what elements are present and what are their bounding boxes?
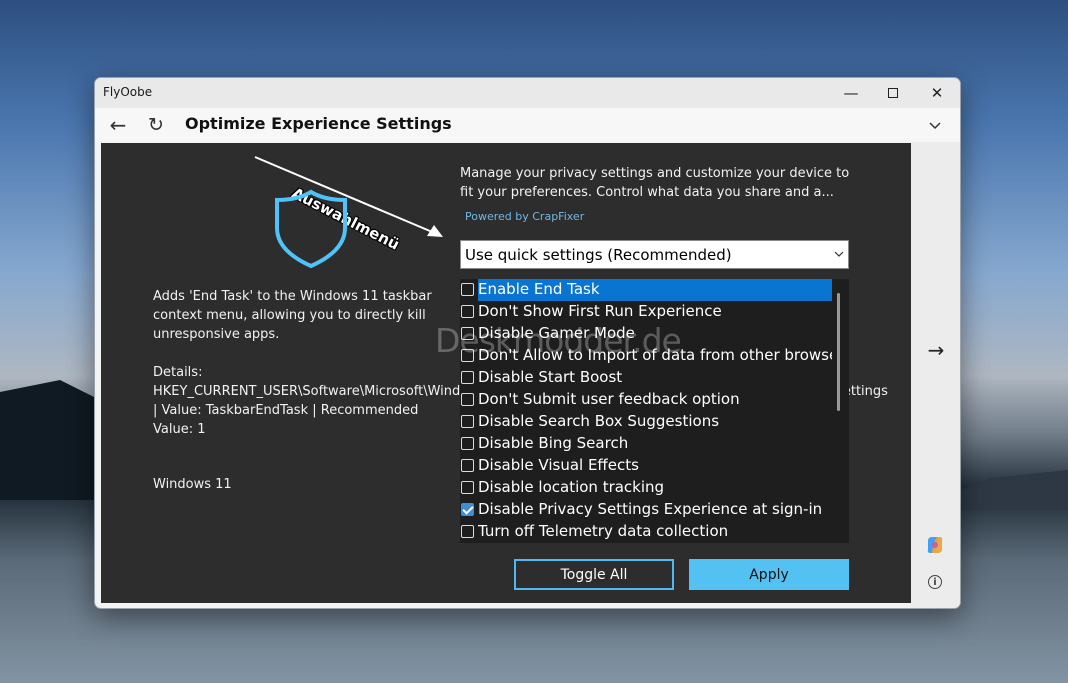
close-button[interactable]: ✕ bbox=[915, 78, 959, 108]
option-label[interactable]: Enable End Task bbox=[478, 279, 832, 301]
option-checkbox[interactable] bbox=[461, 503, 474, 516]
nav-bar: ← ↻ Optimize Experience Settings bbox=[95, 108, 960, 142]
option-label[interactable]: Disable Visual Effects bbox=[478, 456, 832, 474]
title-bar: FlyOobe — ✕ bbox=[95, 78, 960, 108]
settings-list-item[interactable]: Don't Show First Run Experience bbox=[460, 301, 832, 323]
settings-list-item[interactable]: Disable location tracking bbox=[460, 477, 832, 499]
back-arrow-icon[interactable]: ← bbox=[105, 112, 131, 138]
option-checkbox[interactable] bbox=[461, 481, 474, 494]
option-label[interactable]: Disable Privacy Settings Experience at s… bbox=[478, 500, 832, 518]
apply-button[interactable]: Apply bbox=[689, 559, 849, 590]
minimize-button[interactable]: — bbox=[829, 78, 873, 108]
side-strip: → i bbox=[911, 142, 960, 608]
option-checkbox[interactable] bbox=[461, 525, 474, 538]
settings-list-item[interactable]: Disable Privacy Settings Experience at s… bbox=[460, 499, 832, 521]
option-label[interactable]: Turn off Telemetry data collection bbox=[478, 522, 832, 540]
main-content: Auswahlmenü Adds 'End Task' to the Windo… bbox=[101, 143, 911, 603]
refresh-icon[interactable]: ↻ bbox=[143, 112, 169, 138]
shield-icon bbox=[275, 189, 347, 268]
settings-list-item[interactable]: Disable Visual Effects bbox=[460, 455, 832, 477]
setting-description: Adds 'End Task' to the Windows 11 taskba… bbox=[153, 289, 432, 342]
option-label[interactable]: Don't Show First Run Experience bbox=[478, 302, 832, 320]
watermark: Deskmodder.de bbox=[435, 321, 682, 360]
settings-list: Turn off Telemetry data collection Disabl… bbox=[460, 279, 849, 543]
info-icon[interactable]: i bbox=[928, 575, 942, 589]
copilot-icon[interactable] bbox=[924, 534, 946, 556]
setting-details: Details: HKEY_CURRENT_USER\Software\Micr… bbox=[153, 363, 888, 439]
option-checkbox[interactable] bbox=[461, 437, 474, 450]
option-checkbox[interactable] bbox=[461, 459, 474, 472]
option-checkbox[interactable] bbox=[461, 393, 474, 406]
option-checkbox[interactable] bbox=[461, 415, 474, 428]
os-label: Windows 11 bbox=[153, 477, 232, 492]
list-scrollbar[interactable] bbox=[837, 293, 840, 411]
page-title: Optimize Experience Settings bbox=[185, 114, 452, 133]
maximize-icon bbox=[888, 88, 898, 98]
option-checkbox[interactable] bbox=[461, 371, 474, 384]
settings-list-item[interactable]: Turn off Telemetry data collection bbox=[460, 521, 832, 543]
option-label[interactable]: Disable Search Box Suggestions bbox=[478, 412, 832, 430]
toggle-all-button[interactable]: Toggle All bbox=[514, 559, 674, 590]
settings-list-item[interactable]: Disable Bing Search bbox=[460, 433, 832, 455]
app-window: FlyOobe — ✕ ← ↻ Optimize Experience Sett… bbox=[94, 77, 961, 609]
settings-list-item[interactable]: Disable Start Boost bbox=[460, 367, 832, 389]
option-checkbox[interactable] bbox=[461, 305, 474, 318]
option-label[interactable]: Don't Submit user feedback option bbox=[478, 390, 832, 408]
settings-list-item[interactable]: Enable End Task bbox=[460, 279, 832, 301]
chevron-down-icon bbox=[834, 251, 844, 257]
app-title: FlyOobe bbox=[103, 85, 153, 99]
option-checkbox[interactable] bbox=[461, 283, 474, 296]
details-heading: Details: bbox=[153, 365, 203, 380]
powered-by-link[interactable]: Powered by CrapFixer bbox=[465, 210, 584, 223]
maximize-button[interactable] bbox=[871, 78, 915, 108]
preset-selected-value: Use quick settings (Recommended) bbox=[465, 246, 732, 264]
preset-dropdown[interactable]: Use quick settings (Recommended) bbox=[460, 240, 849, 269]
chevron-down-icon[interactable] bbox=[923, 114, 947, 136]
intro-text: Manage your privacy settings and customi… bbox=[460, 166, 850, 200]
settings-list-item[interactable]: Don't Submit user feedback option bbox=[460, 389, 832, 411]
option-label[interactable]: Disable Start Boost bbox=[478, 368, 832, 386]
details-text: HKEY_CURRENT_USER\Software\Microsoft\Win… bbox=[153, 384, 888, 437]
option-label[interactable]: Disable Bing Search bbox=[478, 434, 832, 452]
option-label[interactable]: Disable location tracking bbox=[478, 478, 832, 496]
next-arrow-icon[interactable]: → bbox=[923, 337, 949, 363]
settings-list-item[interactable]: Disable Search Box Suggestions bbox=[460, 411, 832, 433]
